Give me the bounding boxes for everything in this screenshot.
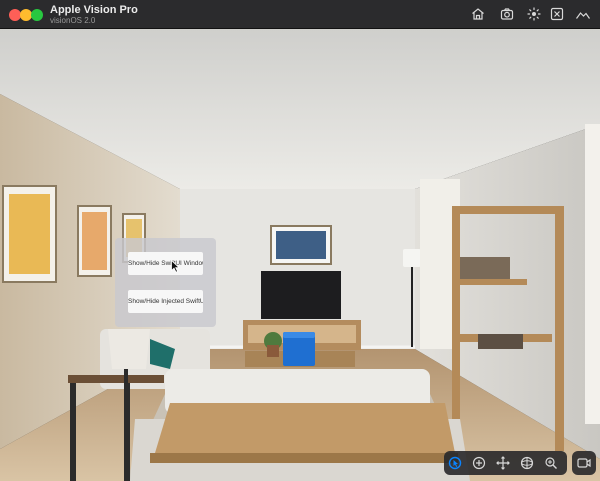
capture-icon[interactable]	[572, 451, 596, 475]
pan-icon[interactable]	[495, 455, 511, 471]
landscape-icon[interactable]	[575, 6, 591, 22]
zoom-icon[interactable]	[543, 455, 559, 471]
zoom-window-button[interactable]	[31, 9, 43, 21]
interaction-toolbar	[444, 451, 567, 475]
move-icon[interactable]	[471, 455, 487, 471]
window-subtitle: visionOS 2.0	[50, 16, 96, 25]
living-room-view	[0, 29, 600, 481]
toggle-swiftui-window-button[interactable]: Show/Hide SwiftUI Window	[128, 252, 203, 275]
swiftui-window-panel: Show/Hide SwiftUI Window Show/Hide Injec…	[115, 238, 216, 327]
title-bar: Apple Vision Pro visionOS 2.0	[0, 0, 600, 29]
brightness-icon[interactable]	[526, 6, 542, 22]
camera-icon[interactable]	[499, 6, 515, 22]
close-box-icon[interactable]	[549, 6, 565, 22]
interact-icon[interactable]	[447, 455, 463, 471]
simulator-window: Apple Vision Pro visionOS 2.0 Show/Hide …	[0, 0, 600, 481]
immersive-scene[interactable]	[0, 29, 600, 481]
window-title: Apple Vision Pro	[50, 4, 138, 16]
orbit-icon[interactable]	[519, 455, 535, 471]
toggle-injected-swiftui-button[interactable]: Show/Hide Injected SwiftUI	[128, 290, 203, 313]
home-icon[interactable]	[470, 6, 486, 22]
pointer-cursor-icon	[171, 260, 180, 273]
